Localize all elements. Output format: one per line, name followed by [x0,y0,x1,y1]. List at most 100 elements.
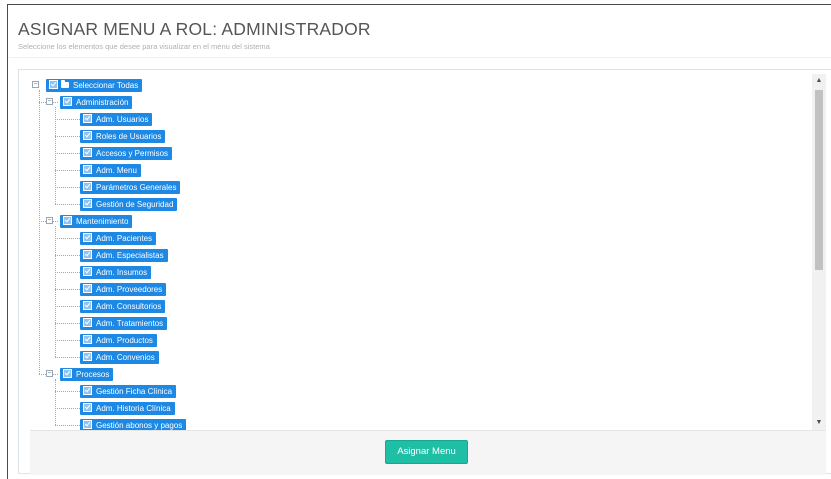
tree-node-group-1-expand-toggle[interactable]: − [46,217,53,224]
scroll-thumb[interactable] [815,90,823,270]
tree-node-item-label: Adm. Historia Clínica [96,404,171,413]
tree-connector [39,90,40,374]
tree-node-item-checkbox[interactable] [83,335,92,345]
tree-node-group-2-expand-toggle[interactable]: − [46,370,53,377]
tree-node-item[interactable]: Gestión Ficha Clínica [80,385,177,398]
tree-node-item-checkbox[interactable] [83,114,92,124]
tree-node-group-1[interactable]: Mantenimiento [60,215,133,228]
tree-connector [55,323,80,324]
tree-node-item[interactable]: Accesos y Permisos [80,147,173,160]
tree-node-item-checkbox[interactable] [83,420,92,430]
window-frame: ASIGNAR MENU A ROL: ADMINISTRADOR Selecc… [7,4,831,479]
tree-node-select-all-checkbox[interactable] [49,80,58,90]
tree-connector [55,306,80,307]
tree-connector [55,187,80,188]
tree-node-item-checkbox[interactable] [83,233,92,243]
tree-node-item[interactable]: Gestión de Seguridad [80,198,178,211]
tree-node-item-checkbox[interactable] [83,386,92,396]
tree-node-item[interactable]: Adm. Tratamientos [80,317,168,330]
tree-connector [55,255,80,256]
tree-node-select-all[interactable]: Seleccionar Todas [46,79,143,92]
tree-node-group-0-checkbox[interactable] [63,97,72,107]
tree-connector [55,340,80,341]
tree-connector [55,226,56,357]
page-subtitle: Seleccione los elementos que desee para … [18,42,270,51]
tree-node-item[interactable]: Adm. Proveedores [80,283,167,296]
assign-menu-button[interactable]: Asignar Menu [385,440,468,464]
tree-connector [55,391,80,392]
tree-connector [55,379,56,425]
tree-node-item-label: Adm. Especialistas [96,251,164,260]
tree-connector [55,425,80,426]
tree-connector [55,272,80,273]
tree-connector [55,238,80,239]
tree-connector [55,289,80,290]
tree-node-item[interactable]: Adm. Usuarios [80,113,153,126]
tree-node-group-1-checkbox[interactable] [63,216,72,226]
tree-connector [55,408,80,409]
tree-node-item-label: Accesos y Permisos [96,149,169,158]
tree-connector [55,204,80,205]
tree-node-group-1-label: Mantenimiento [76,217,129,226]
tree-node-item-label: Adm. Proveedores [96,285,163,294]
tree-connector [55,119,80,120]
menu-tree: − Seleccionar Todas − Administración Adm. Us… [20,74,810,430]
tree-node-item-label: Adm. Insumos [96,268,148,277]
tree-connector [55,170,80,171]
panel-footer: Asignar Menu [30,430,826,475]
scroll-up-arrow-icon[interactable]: ▲ [812,74,826,88]
tree-node-item-label: Adm. Convenios [96,353,155,362]
tree-node-item-checkbox[interactable] [83,148,92,158]
tree-node-item[interactable]: Adm. Consultorios [80,300,166,313]
tree-node-item[interactable]: Gestión abonos y pagos [80,419,187,430]
tree-node-item-checkbox[interactable] [83,301,92,311]
tree-node-select-all-expand-toggle[interactable]: − [32,81,39,88]
tree-node-item-checkbox[interactable] [83,182,92,192]
tree-node-item[interactable]: Adm. Pacientes [80,232,157,245]
tree-node-item-checkbox[interactable] [83,403,92,413]
tree-node-item-label: Adm. Tratamientos [96,319,164,328]
tree-node-item-checkbox[interactable] [83,250,92,260]
tree-node-group-2[interactable]: Procesos [60,368,114,381]
tree-node-item-label: Roles de Usuarios [96,132,162,141]
tree-node-group-0[interactable]: Administración [60,96,133,109]
tree-connector [55,357,80,358]
menu-tree-panel: − Seleccionar Todas − Administración Adm. Us… [18,69,831,475]
page-title: ASIGNAR MENU A ROL: ADMINISTRADOR [18,19,371,39]
tree-node-item-label: Adm. Menu [96,166,137,175]
tree-node-item-label: Adm. Usuarios [96,115,149,124]
tree-node-item[interactable]: Adm. Convenios [80,351,159,364]
tree-node-item-checkbox[interactable] [83,199,92,209]
tree-node-item[interactable]: Adm. Especialistas [80,249,168,262]
tree-node-item-label: Gestión de Seguridad [96,200,174,209]
header-divider [9,57,831,58]
tree-node-item-label: Parámetros Generales [96,183,177,192]
tree-node-item-checkbox[interactable] [83,352,92,362]
tree-connector [55,136,80,137]
tree-node-item-label: Gestión Ficha Clínica [96,387,173,396]
tree-scrollbar[interactable]: ▲ ▼ [812,74,826,430]
folder-icon [61,79,69,88]
tree-node-group-0-label: Administración [76,98,129,107]
tree-node-select-all-label: Seleccionar Todas [73,81,139,90]
tree-node-item[interactable]: Adm. Menu [80,164,141,177]
tree-node-item[interactable]: Adm. Historia Clínica [80,402,175,415]
tree-node-group-0-expand-toggle[interactable]: − [46,98,53,105]
tree-node-item-label: Adm. Consultorios [96,302,162,311]
tree-node-group-2-checkbox[interactable] [63,369,72,379]
tree-node-item-checkbox[interactable] [83,318,92,328]
tree-node-group-2-label: Procesos [76,370,110,379]
tree-node-item[interactable]: Adm. Productos [80,334,157,347]
tree-connector [55,153,80,154]
tree-node-item-label: Gestión abonos y pagos [96,421,183,430]
tree-node-item[interactable]: Parámetros Generales [80,181,181,194]
tree-node-item-checkbox[interactable] [83,131,92,141]
tree-node-item-checkbox[interactable] [83,165,92,175]
tree-node-item-label: Adm. Pacientes [96,234,153,243]
tree-node-item-checkbox[interactable] [83,267,92,277]
tree-node-item[interactable]: Roles de Usuarios [80,130,166,143]
tree-node-item[interactable]: Adm. Insumos [80,266,152,279]
tree-node-item-label: Adm. Productos [96,336,153,345]
tree-node-item-checkbox[interactable] [83,284,92,294]
scroll-down-arrow-icon[interactable]: ▼ [812,416,826,430]
